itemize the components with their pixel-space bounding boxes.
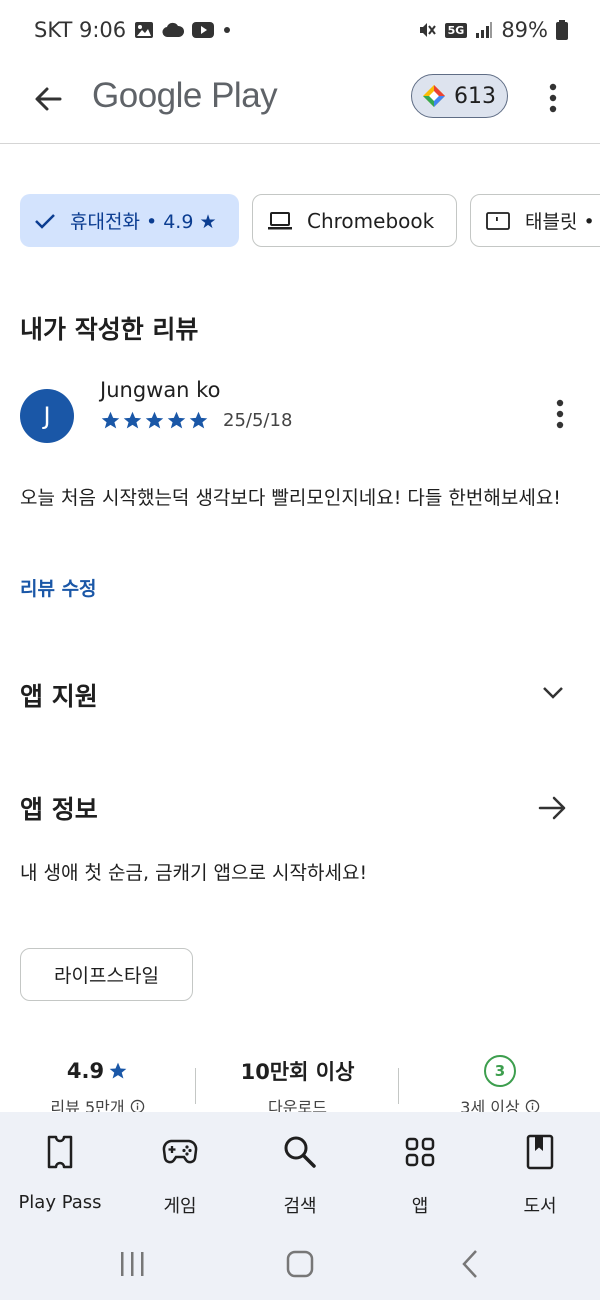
nav-label: Play Pass xyxy=(18,1192,102,1213)
app-info-title: 앱 정보 xyxy=(20,795,98,824)
chip-chromebook[interactable]: Chromebook xyxy=(252,194,457,247)
play-points-icon xyxy=(423,85,445,107)
stat-divider xyxy=(195,1068,196,1104)
points-count: 613 xyxy=(454,83,496,109)
arrow-forward-icon xyxy=(538,796,566,820)
chevron-down-icon xyxy=(543,687,563,699)
signal-icon xyxy=(475,21,493,39)
chip-tablet[interactable]: 태블릿 • 4 xyxy=(470,194,600,247)
category-tag-button[interactable]: 라이프스타일 xyxy=(20,948,193,1001)
nav-games[interactable]: 게임 xyxy=(125,1130,235,1218)
nav-play-pass[interactable]: Play Pass xyxy=(5,1130,115,1213)
stat-rating: 4.9 리뷰 5만개 xyxy=(20,1050,175,1118)
review-date: 25/5/18 xyxy=(223,410,293,431)
tablet-icon xyxy=(486,211,510,230)
star-icon xyxy=(189,411,208,429)
star-icon xyxy=(167,411,186,429)
status-right: 5G 89% xyxy=(417,18,568,42)
system-navigation-bar xyxy=(0,1230,600,1300)
app-title: Google Play xyxy=(92,76,278,115)
star-icon xyxy=(123,411,142,429)
battery-icon xyxy=(556,20,568,40)
app-info-arrow-button[interactable] xyxy=(530,785,576,831)
chip-tablet-label: 태블릿 • 4 xyxy=(525,211,600,233)
app-support-title: 앱 지원 xyxy=(20,682,98,711)
avatar: J xyxy=(20,389,74,443)
cloud-icon xyxy=(162,22,185,38)
review-more-button[interactable] xyxy=(544,396,576,432)
laptop-icon xyxy=(268,211,292,229)
chip-chromebook-label: Chromebook xyxy=(307,208,435,233)
dot-icon xyxy=(222,25,232,35)
check-icon xyxy=(35,213,55,229)
review-meta: 25/5/18 xyxy=(100,410,292,431)
recent-apps-button[interactable] xyxy=(112,1244,152,1284)
star-rating xyxy=(100,410,209,431)
stat-downloads: 10만회 이상 다운로드 xyxy=(215,1050,380,1118)
home-icon xyxy=(286,1250,314,1278)
more-options-button[interactable] xyxy=(536,78,570,118)
star-icon xyxy=(109,1062,127,1079)
system-back-button[interactable] xyxy=(450,1244,490,1284)
chip-phone[interactable]: 휴대전화 • 4.9 ★ xyxy=(20,194,239,247)
more-vert-icon xyxy=(549,83,557,113)
carrier-time: SKT 9:06 xyxy=(34,18,127,42)
app-description: 내 생애 첫 순금, 금캐기 앱으로 시작하세요! xyxy=(20,862,368,884)
rating-value-row: 4.9 xyxy=(20,1050,175,1092)
chip-phone-label: 휴대전화 • 4.9 ★ xyxy=(70,211,217,233)
nav-label: 검색 xyxy=(283,1196,317,1217)
review-text: 오늘 처음 시작했는덕 생각보다 빨리모인지네요! 다들 한번해보세요! xyxy=(20,487,561,509)
rating-value: 4.9 xyxy=(66,1059,105,1083)
age-rating-badge: 3 xyxy=(484,1055,516,1087)
book-icon xyxy=(485,1130,595,1174)
status-left: SKT 9:06 xyxy=(34,18,232,42)
image-icon xyxy=(134,21,154,39)
star-icon xyxy=(101,411,120,429)
nav-apps[interactable]: 앱 xyxy=(365,1130,475,1218)
network-type: 5G xyxy=(444,22,468,38)
mute-icon xyxy=(417,20,437,40)
app-stats: 4.9 리뷰 5만개 10만회 이상 다운로드 3 3세 이상 xyxy=(0,1050,600,1120)
nav-label: 앱 xyxy=(411,1196,429,1217)
search-icon xyxy=(245,1130,355,1174)
edit-review-link[interactable]: 리뷰 수정 xyxy=(20,574,97,601)
downloads-value: 10만회 이상 xyxy=(240,1060,355,1084)
status-bar: SKT 9:06 5G 89% xyxy=(0,0,600,62)
apps-grid-icon xyxy=(365,1130,475,1174)
star-icon xyxy=(145,411,164,429)
gamepad-icon xyxy=(125,1130,235,1174)
play-points-chip[interactable]: 613 xyxy=(411,74,508,118)
reviewer-name: Jungwan ko xyxy=(100,378,221,402)
battery-percent: 89% xyxy=(501,18,548,42)
back-chevron-icon xyxy=(462,1250,477,1278)
youtube-icon xyxy=(192,22,215,38)
play-pass-icon xyxy=(5,1130,115,1174)
back-button[interactable] xyxy=(26,77,70,121)
age-value-row: 3 xyxy=(420,1050,580,1092)
top-app-bar: Google Play 613 xyxy=(0,62,600,144)
more-vert-icon xyxy=(556,399,564,429)
nav-search[interactable]: 검색 xyxy=(245,1130,355,1218)
nav-label: 도서 xyxy=(523,1196,557,1217)
my-review-title: 내가 작성한 리뷰 xyxy=(20,315,199,344)
bottom-navigation: Play Pass 게임 검색 앱 도서 xyxy=(0,1112,600,1230)
device-filter-chips: 휴대전화 • 4.9 ★ Chromebook 태블릿 • 4 xyxy=(20,194,600,248)
nav-label: 게임 xyxy=(163,1196,197,1217)
app-support-expand-button[interactable] xyxy=(530,670,576,716)
arrow-back-icon xyxy=(35,87,62,111)
stat-age-rating[interactable]: 3 3세 이상 xyxy=(420,1050,580,1118)
nav-books[interactable]: 도서 xyxy=(485,1130,595,1218)
recent-apps-icon xyxy=(121,1252,144,1276)
stat-divider xyxy=(398,1068,399,1104)
home-button[interactable] xyxy=(280,1244,320,1284)
